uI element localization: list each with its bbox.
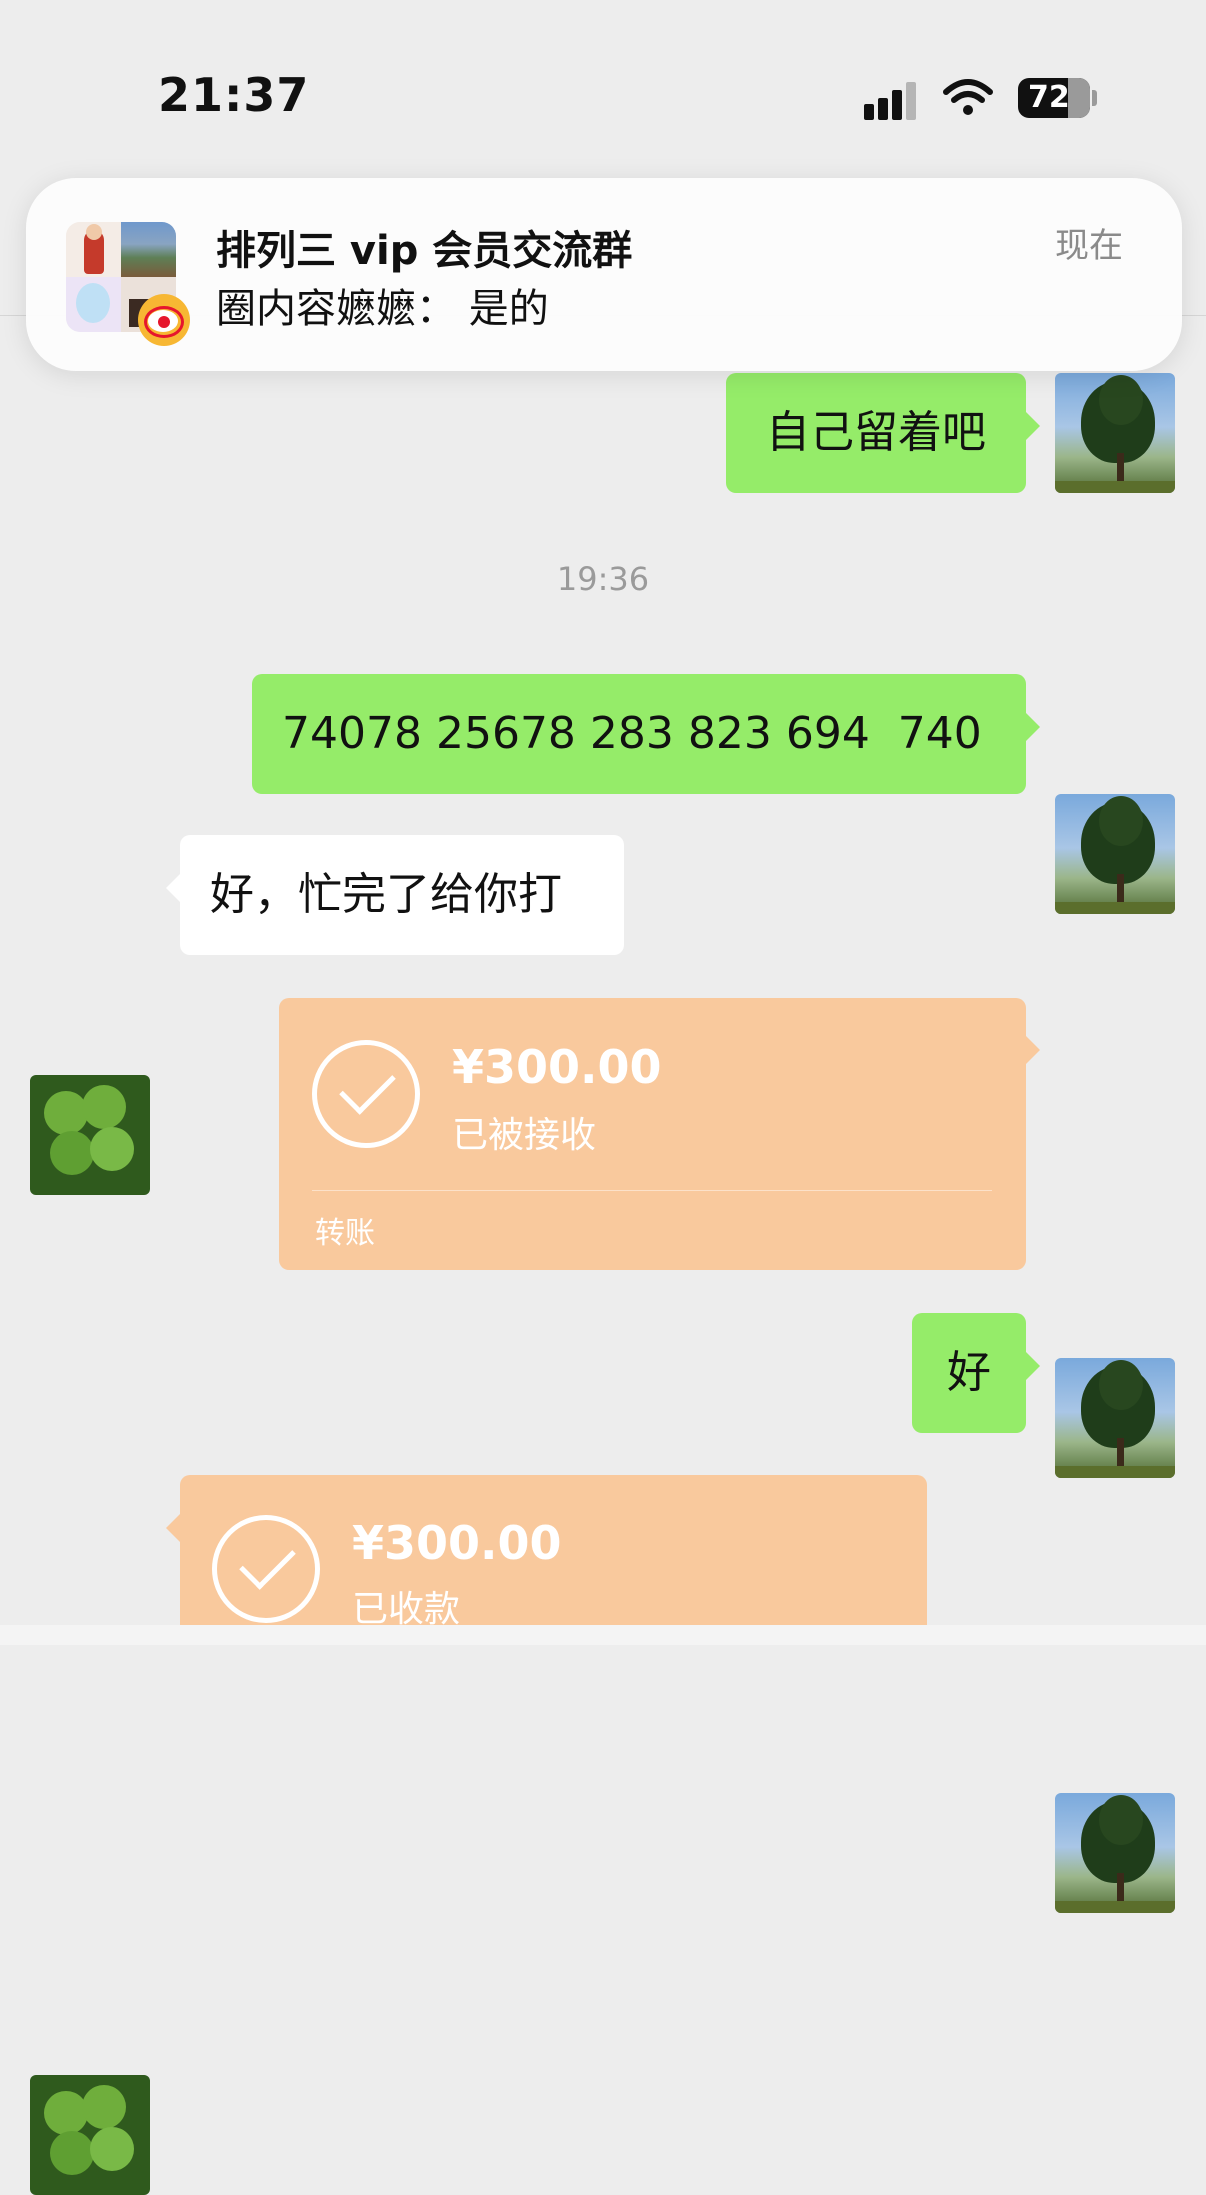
weibo-icon (138, 294, 190, 346)
avatar-self[interactable] (1055, 1793, 1175, 1913)
status-time: 21:37 (158, 68, 310, 122)
message-text: 好，忙完了给你打 (210, 869, 562, 920)
avatar-self[interactable] (1055, 794, 1175, 914)
avatar-self[interactable] (1055, 1358, 1175, 1478)
notification-time: 现在 (1055, 226, 1123, 266)
message-text: 74078 25678 283 823 694 740 (282, 708, 982, 759)
notification-message: 圈内容嬷嬷： 是的 (216, 286, 549, 332)
battery-icon: 72 (1018, 78, 1090, 118)
avatar-contact[interactable] (30, 2075, 150, 2195)
transfer-status: 已被接收 (452, 1115, 597, 1156)
avatar-self[interactable] (1055, 373, 1175, 493)
message-bubble-sent[interactable]: 好 (912, 1313, 1026, 1433)
transfer-divider (312, 1190, 992, 1191)
bubble-tail (1026, 412, 1040, 440)
message-bubble-sent[interactable]: 74078 25678 283 823 694 740 (252, 674, 1026, 794)
message-text: 自己留着吧 (766, 407, 986, 458)
bubble-tail (1026, 713, 1040, 741)
message-bubble-received[interactable]: 好，忙完了给你打 (180, 835, 624, 955)
transfer-amount: ¥300.00 (352, 1516, 562, 1570)
avatar-contact[interactable] (30, 1075, 150, 1195)
battery-level: 72 (1028, 80, 1070, 115)
notification-title: 排列三 vip 会员交流群 (216, 228, 633, 274)
wifi-icon (942, 78, 994, 118)
transfer-label: 转账 (315, 1216, 375, 1251)
signal-icon (864, 80, 926, 120)
bubble-tail (1026, 1352, 1040, 1380)
battery-nub (1092, 90, 1097, 106)
chat-timestamp: 19:36 (556, 560, 650, 598)
transfer-amount: ¥300.00 (452, 1040, 662, 1094)
bubble-tail (166, 874, 180, 902)
home-indicator (0, 1625, 1206, 1645)
message-bubble-sent[interactable]: 自己留着吧 (726, 373, 1026, 493)
message-text: 好 (947, 1347, 991, 1398)
bubble-tail (166, 1514, 180, 1542)
bubble-tail (1026, 1036, 1040, 1064)
